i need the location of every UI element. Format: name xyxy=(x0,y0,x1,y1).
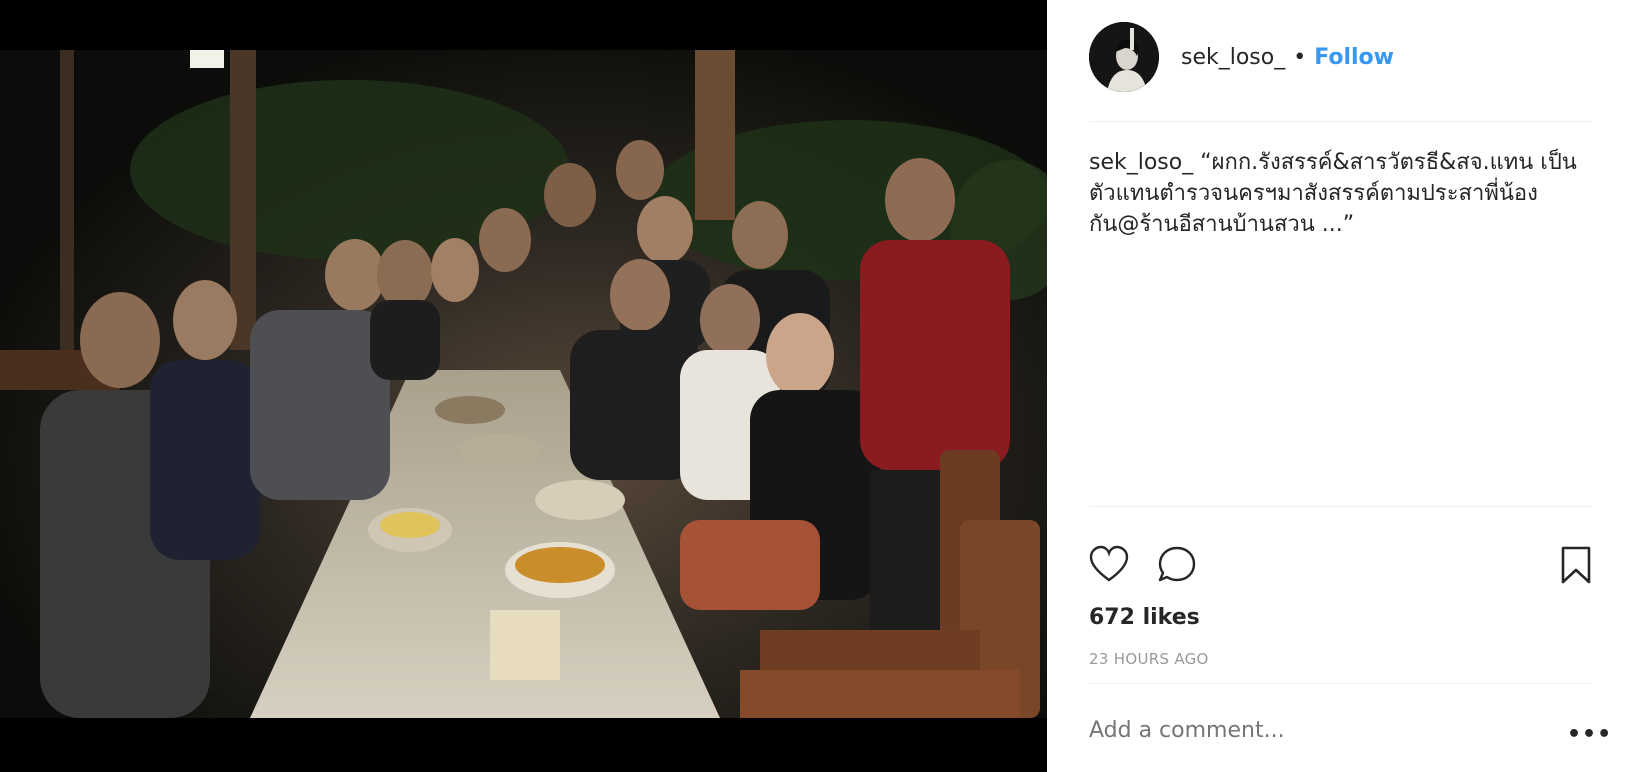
post-timestamp[interactable]: 23 HOURS AGO xyxy=(1089,650,1209,668)
heart-icon[interactable] xyxy=(1089,545,1129,589)
avatar[interactable] xyxy=(1089,22,1159,92)
action-bar xyxy=(1089,545,1592,589)
header-separator: • xyxy=(1293,44,1307,70)
speech-bubble-icon[interactable] xyxy=(1157,545,1197,589)
likes-count[interactable]: 672 likes xyxy=(1089,605,1200,630)
bookmark-icon[interactable] xyxy=(1559,545,1593,589)
follow-button[interactable]: Follow xyxy=(1314,45,1394,70)
divider xyxy=(1089,121,1592,122)
post-media[interactable] xyxy=(0,0,1047,772)
photo-illustration xyxy=(0,50,1047,718)
caption-username[interactable]: sek_loso_ xyxy=(1089,150,1193,175)
avatar-image-icon xyxy=(1089,22,1159,92)
divider xyxy=(1089,683,1592,684)
username[interactable]: sek_loso_ xyxy=(1181,45,1285,70)
post-photo[interactable] xyxy=(0,50,1047,718)
comment-input[interactable] xyxy=(1089,718,1529,743)
caption: sek_loso_ “ผกก.รังสรรค์&สารวัตรธี&สจ.แทน… xyxy=(1089,147,1589,240)
post-panel: sek_loso_ • Follow sek_loso_ “ผกก.รังสรร… xyxy=(1047,0,1632,772)
post-header: sek_loso_ • Follow xyxy=(1089,22,1394,92)
divider xyxy=(1089,506,1592,507)
more-options-button[interactable]: ••• xyxy=(1567,722,1612,747)
